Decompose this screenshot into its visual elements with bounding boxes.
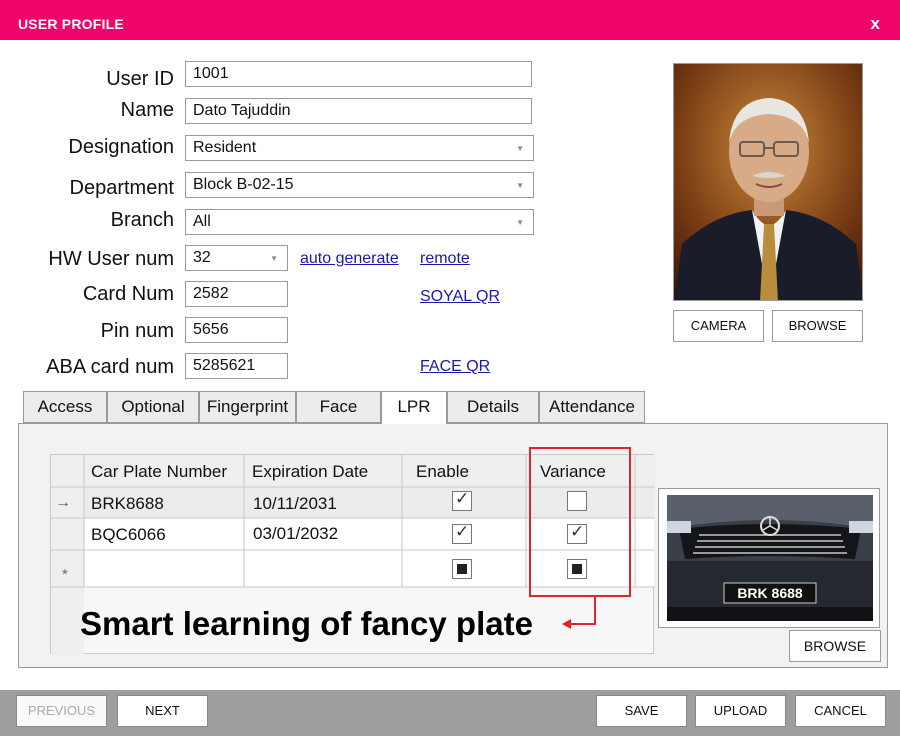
car-image: BRK 8688 xyxy=(659,489,879,627)
auto-generate-link[interactable]: auto generate xyxy=(300,250,399,268)
indeterminate-square-icon xyxy=(457,564,467,574)
portrait-image xyxy=(674,64,862,300)
tab-optional[interactable]: Optional xyxy=(107,391,199,423)
designation-label: Designation xyxy=(68,136,174,158)
branch-value: All xyxy=(193,213,211,230)
tab-attendance[interactable]: Attendance xyxy=(539,391,645,423)
department-value: Block B-02-15 xyxy=(193,176,294,193)
name-label: Name xyxy=(120,99,174,121)
variance-highlight-box xyxy=(529,447,631,597)
hw-user-num-label: HW User num xyxy=(48,248,174,270)
tab-lpr[interactable]: LPR xyxy=(381,391,447,424)
annotation-caption: Smart learning of fancy plate xyxy=(80,605,533,642)
row-indicator-arrow-icon: → xyxy=(55,494,71,511)
window-title: USER PROFILE xyxy=(18,16,124,32)
card-num-field[interactable]: 2582 xyxy=(185,281,288,307)
plate-text: BRK 8688 xyxy=(737,585,803,601)
camera-button[interactable]: CAMERA xyxy=(673,310,764,342)
department-select[interactable]: Block B-02-15 ▼ xyxy=(185,172,534,198)
hw-user-num-value: 32 xyxy=(193,249,211,266)
name-field[interactable]: Dato Tajuddin xyxy=(185,98,532,124)
checkmark-icon: ✓ xyxy=(455,522,470,541)
aba-card-num-label: ABA card num xyxy=(46,356,174,378)
plate-cell[interactable]: BRK8688 xyxy=(91,494,164,514)
column-header-enable: Enable xyxy=(416,462,469,481)
enable-checkbox[interactable]: ✓ xyxy=(452,522,472,544)
save-button[interactable]: SAVE xyxy=(596,695,687,727)
branch-label: Branch xyxy=(110,209,174,231)
title-bar: USER PROFILE x xyxy=(0,0,900,40)
enable-checkbox[interactable]: ✓ xyxy=(452,489,472,511)
chevron-down-icon: ▼ xyxy=(516,144,524,153)
browse-photo-button[interactable]: BROWSE xyxy=(772,310,863,342)
tab-face[interactable]: Face xyxy=(296,391,381,423)
user-profile-window: USER PROFILE x User ID Name Designation … xyxy=(0,0,900,736)
aba-card-num-field[interactable]: 5285621 xyxy=(185,353,288,379)
pin-num-field[interactable]: 5656 xyxy=(185,317,288,343)
chevron-down-icon: ▼ xyxy=(516,181,524,190)
column-header-plate: Car Plate Number xyxy=(91,462,228,481)
checkmark-icon: ✓ xyxy=(455,489,470,508)
face-qr-link[interactable]: FACE QR xyxy=(420,358,490,376)
hw-user-num-select[interactable]: 32 ▼ xyxy=(185,245,288,271)
branch-select[interactable]: All ▼ xyxy=(185,209,534,235)
close-icon[interactable]: x xyxy=(871,14,880,34)
tab-fingerprint[interactable]: Fingerprint xyxy=(199,391,296,423)
new-row-asterisk-icon: * xyxy=(62,566,68,583)
chevron-down-icon: ▼ xyxy=(516,218,524,227)
designation-value: Resident xyxy=(193,139,257,156)
cancel-button[interactable]: CANCEL xyxy=(795,695,886,727)
enable-checkbox[interactable] xyxy=(452,559,472,579)
designation-select[interactable]: Resident ▼ xyxy=(185,135,534,161)
previous-button[interactable]: PREVIOUS xyxy=(16,695,107,727)
soyal-qr-link[interactable]: SOYAL QR xyxy=(420,288,500,306)
tab-access[interactable]: Access xyxy=(23,391,107,423)
plate-cell[interactable]: BQC6066 xyxy=(91,525,166,545)
expiry-cell[interactable]: 03/01/2032 xyxy=(253,524,338,544)
next-button[interactable]: NEXT xyxy=(117,695,208,727)
card-num-label: Card Num xyxy=(82,283,174,305)
column-header-expiry: Expiration Date xyxy=(252,462,369,481)
user-id-field[interactable]: 1001 xyxy=(185,61,532,87)
profile-photo xyxy=(673,63,863,301)
browse-plate-button[interactable]: BROWSE xyxy=(789,630,881,662)
pin-num-label: Pin num xyxy=(100,320,174,342)
annotation-arrow-icon xyxy=(562,596,596,629)
upload-button[interactable]: UPLOAD xyxy=(695,695,786,727)
department-label: Department xyxy=(69,177,175,199)
tab-details[interactable]: Details xyxy=(447,391,539,423)
remote-link[interactable]: remote xyxy=(420,250,470,268)
chevron-down-icon: ▼ xyxy=(270,254,278,263)
car-plate-image: BRK 8688 xyxy=(658,488,880,628)
expiry-cell[interactable]: 10/11/2031 xyxy=(253,494,337,514)
user-id-label: User ID xyxy=(106,68,174,90)
